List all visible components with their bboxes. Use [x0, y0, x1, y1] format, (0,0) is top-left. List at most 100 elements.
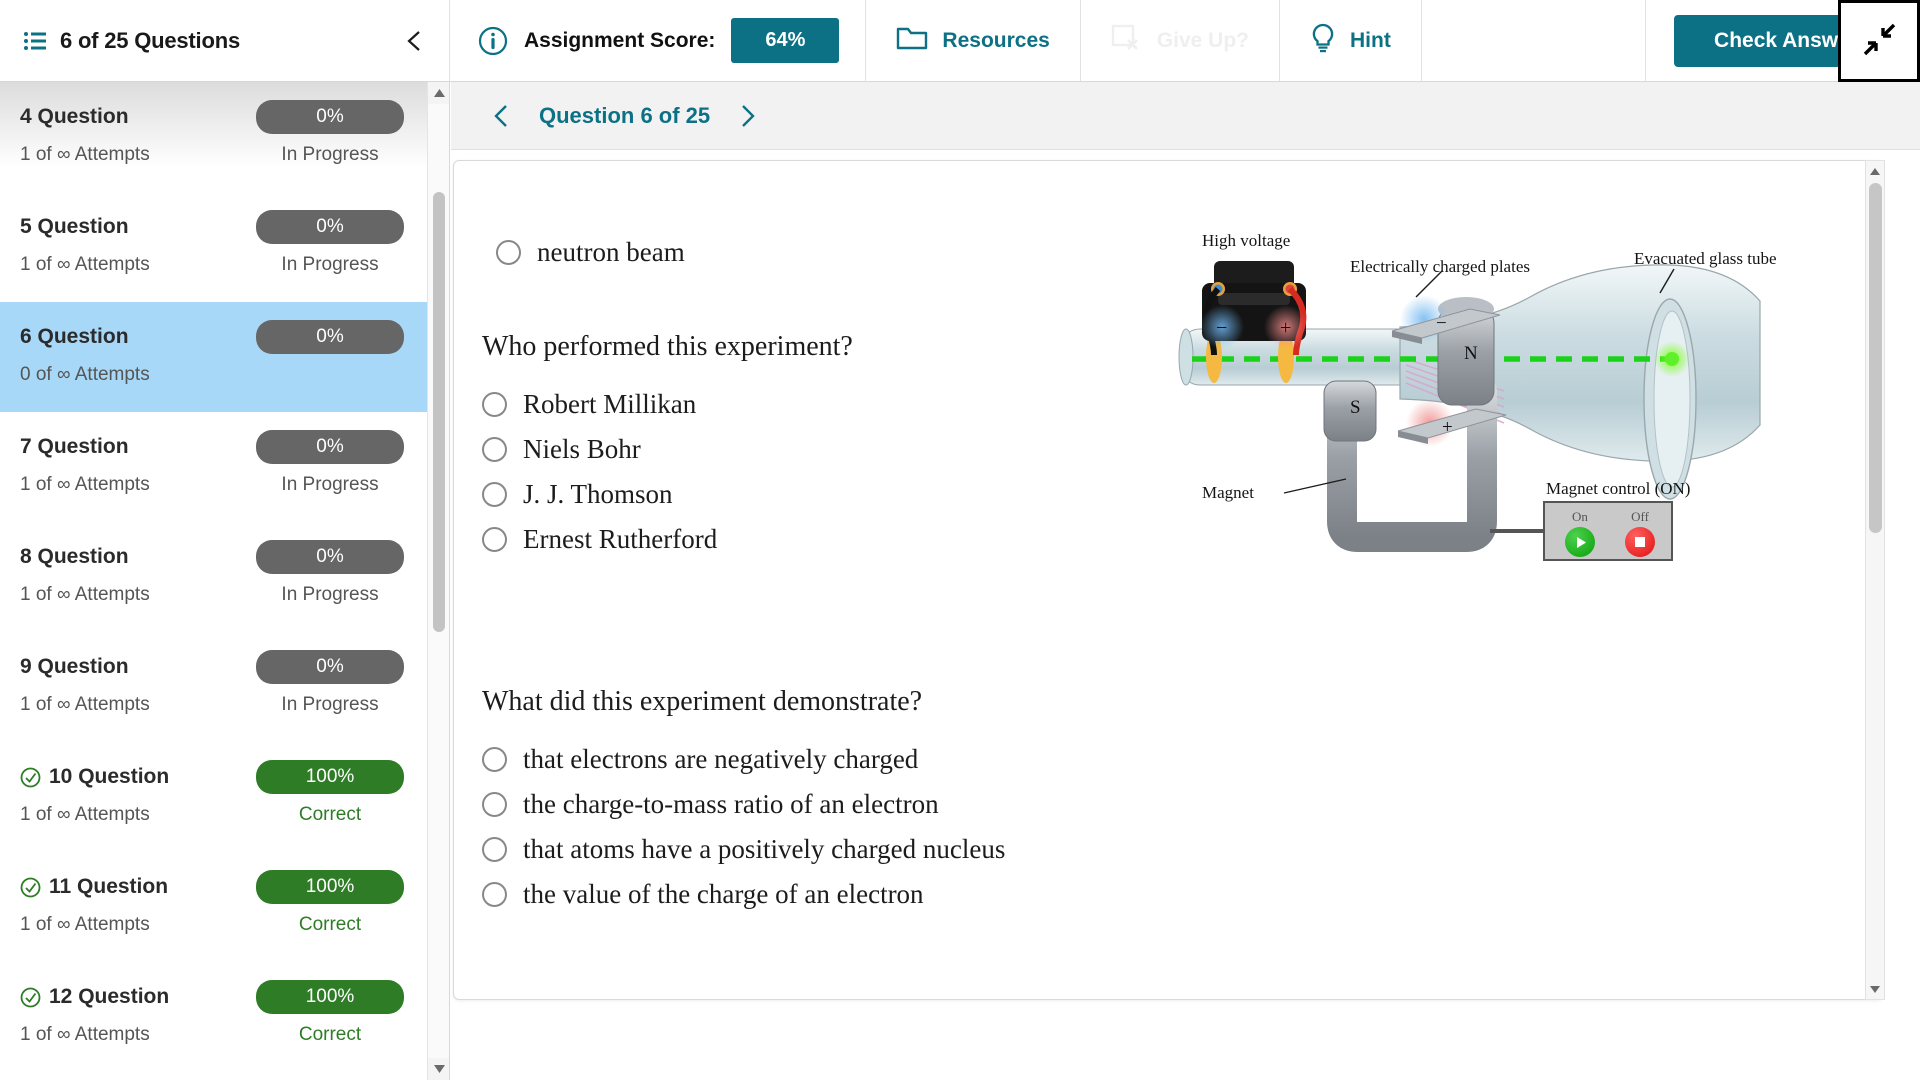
sidebar-question-row[interactable]: 8 Question 0% 1 of ∞ Attempts In Progress [0, 522, 428, 632]
question-row-bottom: 1 of ∞ Attempts In Progress [20, 474, 404, 496]
magnet-off-button[interactable] [1625, 527, 1655, 557]
question-row-bottom: 1 of ∞ Attempts Correct [20, 804, 404, 826]
magnet-on-button[interactable] [1565, 527, 1595, 557]
question-part-1: Who performed this experiment? Robert Mi… [482, 331, 853, 555]
collapse-fullscreen-button[interactable] [1838, 0, 1920, 82]
sidebar-question-row[interactable]: 9 Question 0% 1 of ∞ Attempts In Progress [0, 632, 428, 742]
option-label: neutron beam [537, 237, 685, 267]
resources-button[interactable]: Resources [866, 0, 1081, 81]
radio-button-icon[interactable] [482, 882, 507, 907]
sidebar-question-row[interactable]: 12 Question 100% 1 of ∞ Attempts Correct [0, 962, 428, 1072]
assignment-score-value: 64% [731, 18, 840, 63]
question-attempts: 1 of ∞ Attempts [20, 144, 150, 165]
question-scrollbar[interactable] [1865, 160, 1885, 1000]
folder-icon [896, 25, 928, 57]
question-title-label: 12 Question [49, 985, 170, 1008]
question-title-label: 4 Question [20, 105, 129, 128]
question-count-section: 6 of 25 Questions [0, 0, 450, 81]
svg-text:+: + [1280, 317, 1291, 339]
radio-button-icon[interactable] [482, 527, 507, 552]
sidebar-question-row[interactable]: 7 Question 0% 1 of ∞ Attempts In Progress [0, 412, 428, 522]
option-label: the charge-to-mass ratio of an electron [523, 789, 939, 819]
option-row[interactable]: the value of the charge of an electron [482, 879, 1005, 910]
hint-label: Hint [1350, 28, 1391, 52]
collapse-sidebar-icon[interactable] [403, 27, 427, 55]
option-label: Ernest Rutherford [523, 524, 718, 554]
question-attempts: 1 of ∞ Attempts [20, 914, 150, 935]
square-x-icon [1111, 24, 1143, 58]
option-row[interactable]: Robert Millikan [482, 389, 853, 420]
sidebar-scroll-thumb[interactable] [433, 192, 445, 632]
svg-text:N: N [1464, 343, 1478, 364]
option-row[interactable]: Niels Bohr [482, 434, 853, 465]
question-row-top: 10 Question 100% [20, 760, 404, 794]
question-score-badge: 0% [256, 430, 404, 464]
question-score-badge: 0% [256, 650, 404, 684]
question-score-badge: 0% [256, 210, 404, 244]
hint-button[interactable]: Hint [1280, 0, 1422, 81]
option-row[interactable]: that electrons are negatively charged [482, 744, 1005, 775]
svg-text:S: S [1350, 397, 1361, 418]
sidebar-question-row[interactable]: 6 Question 0% 0 of ∞ Attempts [0, 302, 428, 412]
question-scroll-thumb[interactable] [1869, 183, 1882, 533]
question-row-top: 8 Question 0% [20, 540, 404, 574]
question-title: 10 Question [20, 765, 169, 789]
label-magnet: Magnet [1202, 483, 1254, 502]
question-title-label: 6 Question [20, 325, 129, 348]
question-navigation: Question 6 of 25 [451, 82, 1920, 150]
radio-button-icon[interactable] [482, 392, 507, 417]
question-row-top: 11 Question 100% [20, 870, 404, 904]
question-status: In Progress [281, 694, 379, 715]
resources-label: Resources [942, 28, 1050, 52]
radio-button-icon[interactable] [482, 837, 507, 862]
question-score-badge: 100% [256, 870, 404, 904]
question-attempts: 1 of ∞ Attempts [20, 1024, 150, 1045]
partial-option-group: neutron beam [496, 223, 685, 268]
radio-button-icon[interactable] [482, 482, 507, 507]
sidebar-question-row[interactable]: 10 Question 100% 1 of ∞ Attempts Correct [0, 742, 428, 852]
svg-text:+: + [1442, 417, 1453, 438]
sidebar-question-row[interactable]: 4 Question 0% 1 of ∞ Attempts In Progress [0, 82, 428, 192]
question-title: 6 Question [20, 325, 129, 349]
radio-button-icon[interactable] [482, 792, 507, 817]
correct-check-icon [20, 767, 41, 788]
radio-button-icon[interactable] [496, 240, 521, 265]
option-row[interactable]: that atoms have a positively charged nuc… [482, 834, 1005, 865]
option-group: that electrons are negatively charged th… [482, 744, 1005, 910]
question-title: 9 Question [20, 655, 129, 679]
sidebar-scrollbar[interactable] [427, 82, 449, 1080]
option-label: that electrons are negatively charged [523, 744, 919, 774]
sidebar-scroll-up-button[interactable] [428, 82, 449, 104]
info-circle-icon[interactable] [478, 26, 508, 56]
next-question-button[interactable] [736, 103, 758, 129]
option-row[interactable]: neutron beam [496, 237, 685, 268]
question-list-sidebar: 4 Question 0% 1 of ∞ Attempts In Progress 5 … [0, 82, 450, 1080]
question-status: Correct [298, 804, 362, 825]
question-row-top: 7 Question 0% [20, 430, 404, 464]
question-status: In Progress [281, 474, 379, 495]
radio-button-icon[interactable] [482, 747, 507, 772]
previous-question-button[interactable] [491, 103, 513, 129]
question-title-label: 11 Question [49, 875, 169, 898]
question-row-bottom: 1 of ∞ Attempts In Progress [20, 694, 404, 716]
option-row[interactable]: J. J. Thomson [482, 479, 853, 510]
svg-text:−: − [1436, 313, 1447, 334]
magnet-off-label: Off [1631, 509, 1649, 524]
question-scroll-down-button[interactable] [1866, 979, 1884, 999]
crt-illustration: N S − + − + [1178, 261, 1761, 552]
option-label: that atoms have a positively charged nuc… [523, 834, 1006, 864]
option-row[interactable]: the charge-to-mass ratio of an electron [482, 789, 1005, 820]
option-row[interactable]: Ernest Rutherford [482, 524, 853, 555]
radio-button-icon[interactable] [482, 437, 507, 462]
toolbar-spacer [1422, 0, 1647, 81]
sidebar-question-row[interactable]: 5 Question 0% 1 of ∞ Attempts In Progress [0, 192, 428, 302]
option-group: Robert Millikan Niels Bohr J. J. Thomson… [482, 389, 853, 555]
sidebar-question-row[interactable]: 11 Question 100% 1 of ∞ Attempts Correct [0, 852, 428, 962]
question-row-top: 12 Question 100% [20, 980, 404, 1014]
question-title: 12 Question [20, 985, 169, 1009]
question-score-badge: 100% [256, 760, 404, 794]
main-panel: Question 6 of 25 neutron beam Who perfor… [451, 82, 1920, 1080]
question-scroll-up-button[interactable] [1866, 161, 1884, 181]
sidebar-scroll-down-button[interactable] [428, 1058, 449, 1080]
lightbulb-icon [1310, 23, 1336, 59]
